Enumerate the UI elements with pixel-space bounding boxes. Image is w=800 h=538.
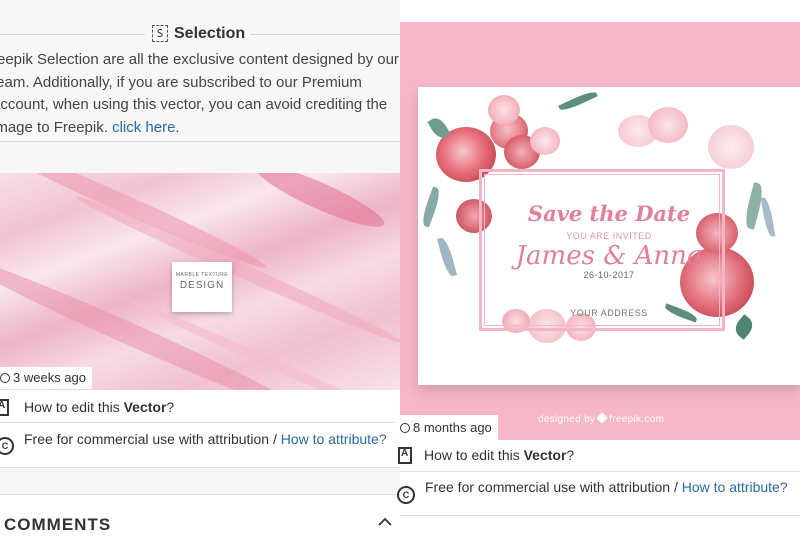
selection-description: reepik Selection are all the exclusive c… [0, 49, 400, 139]
invitation-card: Save the Date YOU ARE INVITED James & An… [418, 87, 800, 385]
divider [250, 34, 400, 35]
brand-text: freepik.com [609, 414, 665, 425]
selection-header: S Selection [0, 24, 400, 44]
invited-text: YOU ARE INVITED [566, 231, 652, 241]
edit-type: Vector [523, 447, 567, 463]
rose-decoration [530, 127, 560, 155]
comments-title: COMMENTS [4, 515, 112, 534]
creative-commons-icon: C [397, 486, 415, 504]
edit-info-row[interactable]: How to edit this Vector? [24, 397, 174, 417]
time-ago-badge: 8 months ago [394, 415, 498, 440]
license-text: Free for commercial use with attribution… [24, 431, 277, 447]
rose-decoration [648, 107, 688, 143]
right-resource-panel: Save the Date YOU ARE INVITED James & An… [394, 0, 800, 538]
left-resource-panel: S Selection reepik Selection are all the… [0, 0, 400, 538]
click-here-link[interactable]: click here [112, 119, 175, 136]
freepik-logo-icon [596, 412, 608, 424]
divider [0, 467, 400, 468]
divider [0, 422, 400, 423]
license-info-row: Free for commercial use with attribution… [24, 429, 387, 449]
license-text: Free for commercial use with attribution… [425, 479, 678, 495]
time-ago-text: 3 weeks ago [13, 370, 86, 385]
edit-suffix: ? [566, 447, 575, 463]
edit-document-icon [0, 399, 9, 416]
clock-icon [400, 423, 410, 433]
selection-badge-icon: S [152, 25, 168, 42]
couple-names: James & Anna [515, 241, 703, 271]
time-ago-text: 8 months ago [413, 420, 492, 435]
edit-text: How to edit this [424, 447, 520, 463]
designed-by-freepik: designed by freepik.com [538, 412, 665, 425]
edit-info-row[interactable]: How to edit this Vector? [424, 445, 574, 465]
selection-text: reepik Selection are all the exclusive c… [0, 51, 399, 136]
chevron-up-icon[interactable] [378, 515, 392, 529]
leaf-decoration [558, 88, 598, 114]
save-the-date-thumbnail[interactable]: Save the Date YOU ARE INVITED James & An… [400, 22, 800, 440]
designed-by-text: designed by [538, 414, 596, 425]
selection-title: Selection [174, 25, 246, 42]
edit-type: Vector [123, 399, 167, 415]
license-info-row: Free for commercial use with attribution… [425, 477, 788, 497]
how-to-attribute-link[interactable]: How to attribute? [281, 431, 387, 447]
clock-icon [0, 373, 10, 383]
rose-decoration [488, 95, 520, 125]
marble-design-label: MARBLE TEXTURE DESIGN [172, 262, 232, 312]
address-text: YOUR ADDRESS [570, 308, 648, 318]
rose-decoration [708, 125, 754, 169]
edit-suffix: ? [166, 399, 175, 415]
selection-text-end: . [175, 118, 180, 136]
save-the-date-text: Save the Date [527, 201, 691, 226]
comments-section[interactable]: COMMENTS [0, 494, 400, 538]
divider [400, 471, 800, 472]
event-date: 26-10-2017 [583, 270, 635, 280]
edit-text: How to edit this [24, 399, 120, 415]
leaf-decoration [731, 314, 757, 340]
how-to-attribute-link[interactable]: How to attribute? [682, 479, 788, 495]
time-ago-badge: 3 weeks ago [0, 367, 92, 389]
divider [400, 515, 800, 516]
marble-vein [250, 173, 390, 237]
marble-card-line1: MARBLE TEXTURE [175, 272, 229, 278]
divider [0, 141, 400, 142]
edit-document-icon [398, 447, 412, 464]
marble-texture-thumbnail[interactable]: MARBLE TEXTURE DESIGN [0, 173, 400, 390]
divider [0, 34, 145, 35]
marble-card-line2: DESIGN [179, 280, 225, 291]
